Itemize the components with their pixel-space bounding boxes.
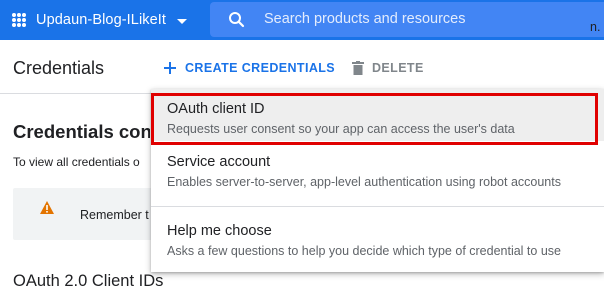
notice-text: Remember t: [80, 208, 149, 222]
search-icon: [228, 11, 245, 28]
chevron-down-icon: [177, 18, 188, 24]
menu-item-title: Service account: [167, 154, 271, 170]
section-title: Credentials con: [13, 121, 150, 142]
menu-item-description: Enables server-to-server, app-level auth…: [167, 175, 561, 189]
project-selector[interactable]: Updaun-Blog-ILikeIt: [0, 0, 188, 40]
section-subtitle: To view all credentials o: [13, 155, 140, 169]
menu-divider: [151, 206, 604, 207]
menu-item-description: Asks a few questions to help you decide …: [167, 244, 561, 258]
top-app-bar: Updaun-Blog-ILikeIt Search products and …: [0, 0, 604, 40]
create-credentials-button[interactable]: CREATE CREDENTIALS: [163, 54, 335, 82]
menu-item-title: Help me choose: [167, 223, 272, 239]
menu-item-service-account[interactable]: Service account Enables server-to-server…: [151, 144, 604, 199]
warning-icon: [40, 201, 54, 214]
trash-icon: [352, 61, 364, 75]
delete-label: DELETE: [372, 61, 424, 75]
create-credentials-label: CREATE CREDENTIALS: [185, 61, 336, 75]
project-name: Updaun-Blog-ILikeIt: [36, 12, 167, 28]
project-dots-icon: [10, 11, 28, 29]
plus-icon: [163, 61, 177, 75]
page-header: Credentials CREATE CREDENTIALS DELETE: [0, 40, 604, 94]
delete-button[interactable]: DELETE: [352, 54, 424, 82]
highlight-annotation: [151, 93, 598, 145]
page-title: Credentials: [13, 58, 105, 78]
oauth-section-title: OAuth 2.0 Client IDs: [13, 272, 164, 290]
notice-text-end: n.: [590, 20, 601, 34]
search-input[interactable]: Search products and resources: [264, 11, 466, 27]
menu-item-help-me-choose[interactable]: Help me choose Asks a few questions to h…: [151, 213, 604, 263]
search-bar[interactable]: Search products and resources: [210, 2, 604, 37]
